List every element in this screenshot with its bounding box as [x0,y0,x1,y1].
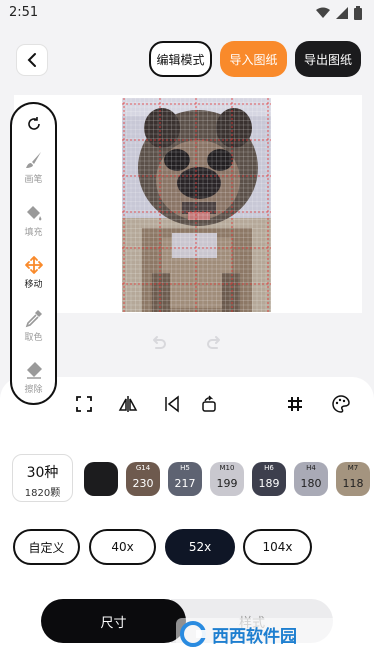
import-pattern-button[interactable]: 导入图纸 [220,41,287,77]
status-icons [316,6,362,20]
tool-eraser-label: 擦除 [24,385,43,395]
swatch-count: 199 [216,477,238,490]
tool-fill-label: 填充 [24,228,43,238]
rotate-button[interactable] [195,390,223,418]
tool-panel: 画笔 填充 移动 取色 擦除 [10,102,57,405]
bead-count: 1820颗 [24,488,61,499]
refresh-icon [27,117,40,130]
tool-eraser[interactable]: 擦除 [12,360,55,395]
color-swatch[interactable]: H4 180 [294,462,328,496]
color-swatch[interactable]: H6 189 [252,462,286,496]
tool-brush[interactable]: 画笔 [12,150,55,185]
tool-move-label: 移动 [24,280,43,290]
watermark-text: 西西软件园 [212,626,297,647]
color-swatch[interactable] [84,462,118,496]
flip-horizontal-icon [118,396,138,412]
swatch-count: 189 [258,477,280,490]
watermark-c-icon [180,621,206,647]
status-time: 2:51 [9,5,39,20]
palette-icon [332,395,350,413]
tool-eyedropper-label: 取色 [24,333,43,343]
color-swatch[interactable]: M7 118 [336,462,370,496]
swatch-count: 180 [300,477,322,490]
palette-button[interactable] [327,390,355,418]
flip-horizontal-button[interactable] [114,390,142,418]
color-count: 30种 [26,465,59,481]
swatch-code: G14 [135,464,151,472]
edit-mode-button[interactable]: 编辑模式 [149,41,212,77]
size-option-button[interactable]: 自定义 [13,529,80,565]
swatch-code: H5 [180,464,190,472]
battery-icon [354,6,362,20]
size-option-button[interactable]: 40x [89,529,156,565]
rotate-icon [202,395,216,412]
bead-pattern-canvas[interactable] [122,98,271,312]
flip-vertical-button[interactable] [158,390,186,418]
reset-button[interactable] [12,116,55,132]
swatch-code: H6 [264,464,274,472]
brush-icon [25,152,41,168]
tool-fill[interactable]: 填充 [12,203,55,238]
back-button[interactable] [16,44,48,76]
eraser-icon [26,362,42,379]
swatch-count: 217 [174,477,196,490]
tool-eyedropper[interactable]: 取色 [12,308,55,343]
undo-icon [153,336,166,349]
color-swatch[interactable]: G14 230 [126,462,160,496]
swatch-count: 118 [342,477,364,490]
size-option-button[interactable]: 52x [165,529,235,565]
undo-button[interactable] [143,327,173,357]
swatch-code: M10 [219,464,235,472]
grid-button[interactable] [281,390,309,418]
swatch-count: 230 [132,477,154,490]
wifi-icon [316,7,330,18]
swatch-code: H4 [306,464,316,472]
chevron-left-icon [27,53,36,67]
eyedropper-icon [25,310,42,328]
export-pattern-button[interactable]: 导出图纸 [295,41,361,77]
pixel-pug-image [122,98,271,312]
expand-icon [76,396,92,412]
tool-move[interactable]: 移动 [12,255,55,290]
size-option-button[interactable]: 104x [243,529,312,565]
redo-button[interactable] [200,327,230,357]
move-icon [24,256,43,274]
signal-icon [336,7,348,19]
swatch-code: M7 [347,464,359,472]
redo-icon [207,336,220,349]
tool-brush-label: 画笔 [24,175,43,185]
color-swatch[interactable]: M10 199 [210,462,244,496]
tab-size[interactable]: 尺寸 [41,599,186,643]
watermark-logo: 西西软件园 [176,618,356,650]
fill-bucket-icon [26,206,41,221]
status-bar: 2:51 [0,0,374,26]
grid-hash-icon [288,397,302,411]
color-count-summary[interactable]: 30种 1820颗 [12,454,73,502]
color-swatch[interactable]: H5 217 [168,462,202,496]
flip-vertical-icon [165,395,179,413]
fullscreen-button[interactable] [70,390,98,418]
